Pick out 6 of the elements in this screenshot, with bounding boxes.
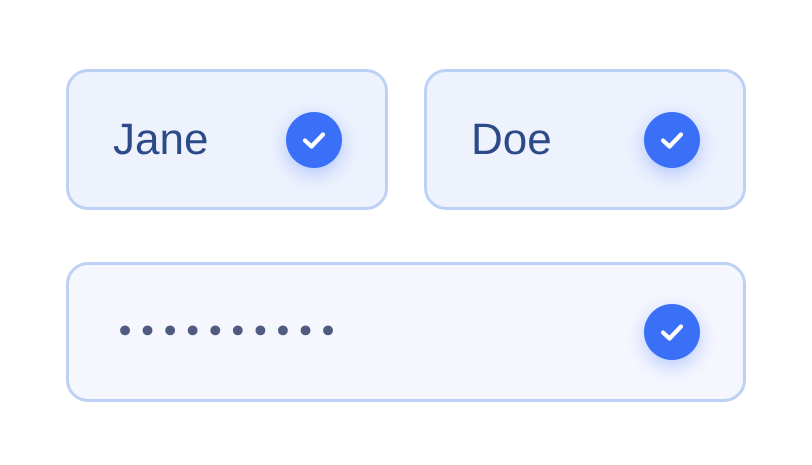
field-value: Jane (113, 114, 208, 164)
field-value: •••••••••• (115, 312, 341, 352)
input-field[interactable]: Jane (66, 69, 388, 210)
input-field[interactable]: Doe (424, 69, 746, 210)
input-field[interactable]: •••••••••• (66, 262, 746, 402)
field-value: Doe (471, 114, 552, 164)
